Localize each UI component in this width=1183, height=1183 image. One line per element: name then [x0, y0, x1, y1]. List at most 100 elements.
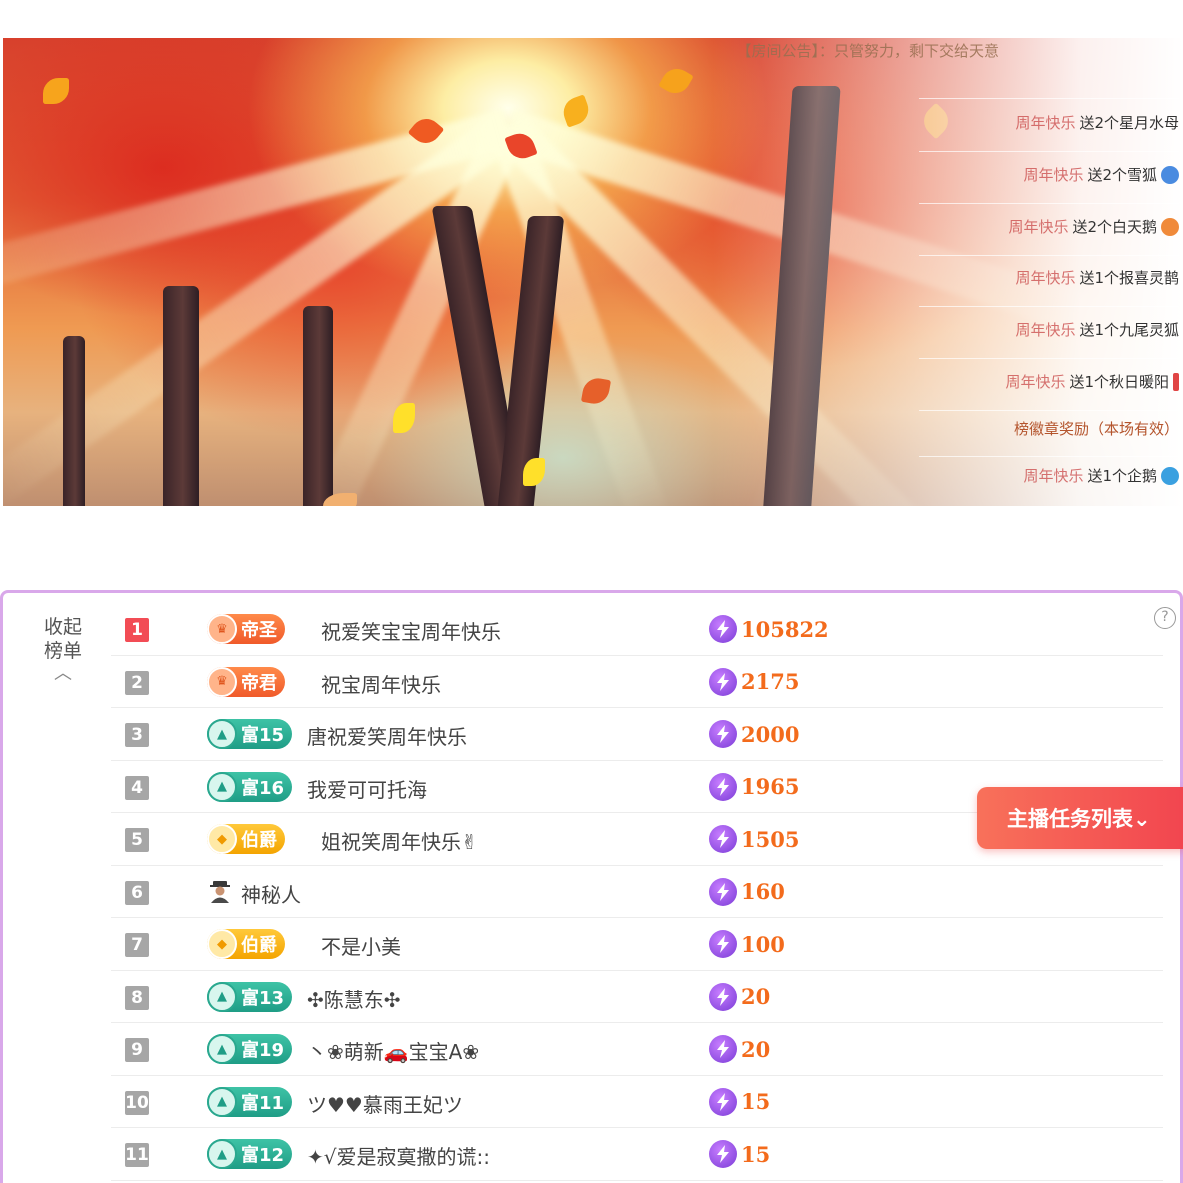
rank-number: 11 — [125, 1143, 149, 1167]
rich-level-badge: ▲ 富12 — [207, 1139, 293, 1169]
user-nickname[interactable]: 唐祝爱笑周年快乐 — [307, 721, 467, 750]
ranking-row[interactable]: 2 ♛ 帝君 祝宝周年快乐 2175 — [111, 656, 1163, 708]
rank-number: 9 — [125, 1038, 149, 1062]
ranking-row[interactable]: 8 ▲ 富13 ✣陈慧东✣ 20 — [111, 971, 1163, 1023]
rank-number: 2 — [125, 670, 149, 695]
score-value: 100 — [741, 931, 785, 957]
ranking-row[interactable]: 1 ♛ 帝圣 祝爱笑宝宝周年快乐 105822 — [111, 603, 1163, 656]
badge-label: 富11 — [241, 1092, 285, 1114]
contribution-score: 1965 — [709, 772, 799, 801]
mystery-user-icon — [207, 878, 233, 904]
chat-message: 周年快乐 送1个企鹅 — [1023, 465, 1179, 487]
user-nickname[interactable]: ツ♥♥慕雨王妃ツ — [307, 1089, 463, 1118]
user-nickname[interactable]: 丶❀萌新🚗宝宝A❀ — [307, 1036, 479, 1065]
emperor-level-badge: ♛ 帝圣 — [207, 614, 285, 644]
contribution-ranking-panel: 收起 榜单 ︿ ? 1 ♛ 帝圣 祝爱笑宝宝周年快乐 105822 2 ♛ 帝君 祝宝周年快乐 2… — [0, 590, 1183, 1183]
live-video-area[interactable]: 【房间公告】：只管努力，剩下交给天意 周年快乐 送2个星月水母 周年快乐 送2个… — [3, 38, 1183, 506]
badge-emblem-icon: ◆ — [207, 929, 237, 959]
rich-level-badge: ▲ 富19 — [207, 1034, 293, 1064]
ranking-row[interactable]: 11 ▲ 富12 ✦√爱是寂寞撒的谎:: 15 — [111, 1128, 1163, 1181]
chat-message: 周年快乐 送2个星月水母 — [1015, 114, 1179, 132]
ranking-row[interactable]: 6 神秘人 160 — [111, 866, 1163, 918]
chat-divider — [919, 98, 1179, 99]
rich-level-badge: ▲ 富16 — [207, 771, 293, 802]
gift-icon — [1173, 373, 1179, 391]
maple-leaf — [43, 78, 69, 104]
user-nickname[interactable]: 神秘人 — [241, 879, 301, 908]
contribution-score: 15 — [709, 1087, 770, 1116]
user-nickname[interactable]: 祝爱笑宝宝周年快乐 — [321, 616, 501, 645]
badge-label: 富16 — [241, 777, 285, 799]
chat-divider — [919, 456, 1179, 457]
room-announcement: 【房间公告】：只管努力，剩下交给天意 — [736, 42, 999, 60]
rank-number: 8 — [125, 985, 149, 1010]
chat-divider — [919, 203, 1179, 204]
rich-level-badge: ▲ 富11 — [207, 1086, 293, 1117]
badge-emblem-icon: ▲ — [207, 1139, 237, 1169]
contribution-score: 2175 — [709, 667, 799, 696]
rank-number: 6 — [125, 880, 149, 905]
ranking-row[interactable]: 7 ◆ 伯爵 不是小美 100 — [111, 918, 1163, 971]
ranking-row[interactable]: 10 ▲ 富11 ツ♥♥慕雨王妃ツ 15 — [111, 1076, 1163, 1128]
chat-message: 周年快乐 送2个白天鹅 — [1008, 216, 1179, 238]
badge-label: 伯爵 — [241, 830, 277, 851]
badge-emblem-icon: ▲ — [207, 1034, 237, 1064]
badge-emblem-icon: ♛ — [207, 666, 237, 697]
contribution-score: 20 — [709, 982, 770, 1011]
tree-trunk — [163, 286, 199, 506]
score-value: 20 — [741, 1036, 771, 1062]
rich-level-badge: ▲ 富13 — [207, 981, 293, 1012]
chat-divider — [919, 358, 1179, 359]
tree-trunk — [303, 306, 333, 506]
score-value: 1505 — [741, 826, 800, 852]
rank-number: 1 — [125, 618, 149, 642]
user-nickname[interactable]: 姐祝笑周年快乐✌ — [321, 826, 478, 855]
rich-level-badge: ▲ 富15 — [207, 719, 293, 749]
ranking-row[interactable]: 9 ▲ 富19 丶❀萌新🚗宝宝A❀ 20 — [111, 1023, 1163, 1076]
lightning-icon — [709, 825, 737, 853]
badge-label: 富19 — [241, 1040, 285, 1061]
badge-label: 富15 — [241, 725, 285, 746]
user-nickname[interactable]: ✦√爱是寂寞撒的谎:: — [307, 1141, 490, 1170]
lightning-icon — [709, 667, 737, 696]
rank-number: 5 — [125, 828, 149, 852]
chat-message: 周年快乐 送1个报喜灵鹊 — [1015, 269, 1179, 287]
rank-number: 4 — [125, 775, 149, 800]
contribution-score: 160 — [709, 877, 785, 906]
duke-level-badge: ◆ 伯爵 — [207, 929, 285, 959]
badge-label: 帝圣 — [241, 620, 277, 641]
maple-leaf — [523, 458, 545, 486]
score-value: 2000 — [741, 721, 800, 747]
maple-leaf — [559, 94, 593, 128]
lightning-icon — [709, 720, 737, 748]
badge-emblem-icon: ▲ — [207, 981, 237, 1012]
rank-number: 3 — [125, 723, 149, 747]
gift-icon — [1161, 166, 1179, 184]
duke-level-badge: ◆ 伯爵 — [207, 824, 285, 854]
lightning-icon — [709, 772, 737, 801]
score-value: 160 — [741, 879, 785, 904]
lightning-icon — [709, 1087, 737, 1116]
lightning-icon — [709, 982, 737, 1011]
gift-icon — [1161, 218, 1179, 236]
chat-panel[interactable]: 【房间公告】：只管努力，剩下交给天意 周年快乐 送2个星月水母 周年快乐 送2个… — [709, 38, 1179, 506]
score-value: 15 — [741, 1141, 771, 1167]
ranking-list: 1 ♛ 帝圣 祝爱笑宝宝周年快乐 105822 2 ♛ 帝君 祝宝周年快乐 2175 3 ▲ 富15 唐祝… — [111, 603, 1163, 1181]
lightning-icon — [709, 1035, 737, 1063]
user-nickname[interactable]: 我爱可可托海 — [307, 774, 427, 803]
contribution-score: 15 — [709, 1140, 770, 1168]
user-nickname[interactable]: 祝宝周年快乐 — [321, 669, 441, 698]
badge-label: 富12 — [241, 1145, 285, 1166]
chevron-up-icon: ︿ — [54, 663, 72, 684]
anchor-task-list-button[interactable]: 主播任务列表⌄ — [977, 787, 1183, 849]
lightning-icon — [709, 877, 737, 906]
user-nickname[interactable]: 不是小美 — [321, 931, 401, 960]
badge-emblem-icon: ▲ — [207, 1086, 237, 1117]
ranking-row[interactable]: 3 ▲ 富15 唐祝爱笑周年快乐 2000 — [111, 708, 1163, 761]
contribution-score: 100 — [709, 930, 785, 958]
user-nickname[interactable]: ✣陈慧东✣ — [307, 984, 401, 1013]
collapse-ranking-button[interactable]: 收起 榜单 ︿ — [39, 615, 87, 683]
badge-emblem-icon: ▲ — [207, 771, 237, 802]
badge-emblem-icon: ◆ — [207, 824, 237, 854]
chat-message: 周年快乐 送2个雪狐 — [1023, 164, 1179, 186]
